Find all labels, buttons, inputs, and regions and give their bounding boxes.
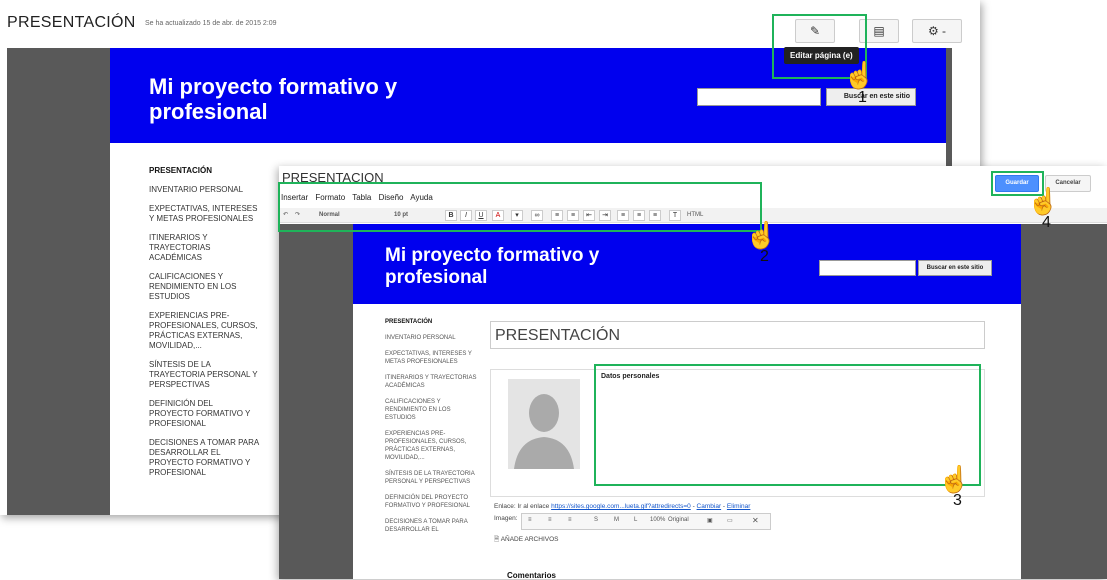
attachment-icon: 🗎 — [494, 536, 500, 543]
hand-cursor-icon: ☝ — [938, 464, 971, 494]
sidebar-item[interactable]: PRESENTACIÓN — [149, 166, 259, 176]
highlight-box-2 — [278, 182, 762, 232]
more-actions-button[interactable]: ⚙ - — [912, 19, 962, 43]
page-title: PRESENTACIÓN — [7, 14, 136, 31]
avatar-silhouette-icon — [508, 379, 580, 469]
align-right-icon[interactable]: ≡ — [568, 517, 572, 523]
sidebar-item[interactable]: EXPERIENCIAS PRE-PROFESIONALES, CURSOS, … — [149, 311, 259, 351]
link-remove[interactable]: Eliminar — [727, 503, 750, 510]
sidebar-item[interactable]: ITINERARIOS Y TRAYECTORIAS ACADÉMICAS — [385, 374, 480, 390]
search-input[interactable] — [819, 260, 916, 276]
size-100[interactable]: 100% — [650, 517, 665, 523]
no-wrap-icon[interactable]: ▭ — [727, 517, 733, 524]
image-toolbar: ≡ ≡ ≡ S M L 100% Original ▣ ▭ ✕ — [521, 513, 771, 530]
sidebar-item[interactable]: CALIFICACIONES Y RENDIMIENTO EN LOS ESTU… — [385, 398, 480, 422]
wrap-icon[interactable]: ▣ — [707, 517, 713, 524]
size-medium[interactable]: M — [614, 517, 619, 523]
highlight-box-3 — [594, 364, 981, 486]
sidebar-item[interactable]: ITINERARIOS Y TRAYECTORIAS ACADÉMICAS — [149, 233, 259, 263]
sidebar-item[interactable]: DEFINICIÓN DEL PROYECTO FORMATIVO Y PROF… — [149, 399, 259, 429]
page-title-field[interactable]: PRESENTACIÓN — [490, 321, 985, 349]
attach-files-link[interactable]: 🗎 AÑADE ARCHIVOS — [494, 535, 558, 546]
image-label: Imagen: — [494, 515, 518, 522]
search-input[interactable] — [697, 88, 821, 106]
sidebar-item[interactable]: EXPERIENCIAS PRE-PROFESIONALES, CURSOS, … — [385, 430, 480, 462]
hand-cursor-icon: ☝ — [843, 60, 876, 90]
hand-cursor-icon: ☝ — [745, 220, 778, 250]
link-change[interactable]: Cambiar — [697, 503, 722, 510]
align-left-icon[interactable]: ≡ — [528, 517, 532, 523]
step-number: 1 — [858, 89, 867, 106]
sidebar-item[interactable]: SÍNTESIS DE LA TRAYECTORIA PERSONAL Y PE… — [149, 360, 259, 390]
sidebar-item[interactable]: PRESENTACIÓN — [385, 318, 480, 326]
sidebar-item[interactable]: CALIFICACIONES Y RENDIMIENTO EN LOS ESTU… — [149, 272, 259, 302]
link-prefix: Enlace: Ir al enlace — [494, 503, 550, 510]
sidebar-item[interactable]: DECISIONES A TOMAR PARA DESARROLLAR EL — [385, 518, 480, 534]
site-title: Mi proyecto formativo y profesional — [149, 74, 398, 124]
hand-cursor-icon: ☝ — [1027, 186, 1060, 216]
sidebar-item[interactable]: EXPECTATIVAS, INTERESES Y METAS PROFESIO… — [149, 204, 259, 224]
sidebar-nav: PRESENTACIÓN INVENTARIO PERSONAL EXPECTA… — [385, 318, 480, 542]
site-title: Mi proyecto formativo y profesional — [385, 245, 600, 288]
gear-icon: ⚙ - — [927, 24, 947, 38]
search-button[interactable]: Buscar en este sitio — [826, 88, 916, 106]
search-button[interactable]: Buscar en este sitio — [918, 260, 992, 276]
sidebar-nav: PRESENTACIÓN INVENTARIO PERSONAL EXPECTA… — [149, 166, 259, 487]
size-small[interactable]: S — [594, 517, 598, 523]
size-original[interactable]: Original — [668, 517, 689, 523]
size-large[interactable]: L — [634, 517, 637, 523]
align-center-icon[interactable]: ≡ — [548, 517, 552, 523]
last-updated-text: Se ha actualizado 15 de abr. de 2015 2:0… — [145, 20, 277, 27]
step-number: 3 — [953, 492, 962, 509]
link-url[interactable]: https://sites.google.com...lueta.gif?att… — [551, 503, 691, 510]
link-bubble: Enlace: Ir al enlace https://sites.googl… — [494, 503, 751, 510]
step-number: 4 — [1042, 214, 1051, 231]
page-icon: ▤ — [873, 24, 885, 38]
attach-label: AÑADE ARCHIVOS — [500, 536, 559, 543]
step-number: 2 — [760, 248, 769, 265]
sidebar-item[interactable]: INVENTARIO PERSONAL — [385, 334, 480, 342]
sidebar-item[interactable]: DEFINICIÓN DEL PROYECTO FORMATIVO Y PROF… — [385, 494, 480, 510]
sidebar-item[interactable]: DECISIONES A TOMAR PARA DESARROLLAR EL P… — [149, 438, 259, 478]
sidebar-item[interactable]: EXPECTATIVAS, INTERESES Y METAS PROFESIO… — [385, 350, 480, 366]
profile-photo-placeholder[interactable] — [508, 379, 580, 469]
remove-image-icon[interactable]: ✕ — [752, 516, 759, 525]
sidebar-item[interactable]: SÍNTESIS DE LA TRAYECTORIA PERSONAL Y PE… — [385, 470, 480, 486]
sidebar-item[interactable]: INVENTARIO PERSONAL — [149, 185, 259, 195]
